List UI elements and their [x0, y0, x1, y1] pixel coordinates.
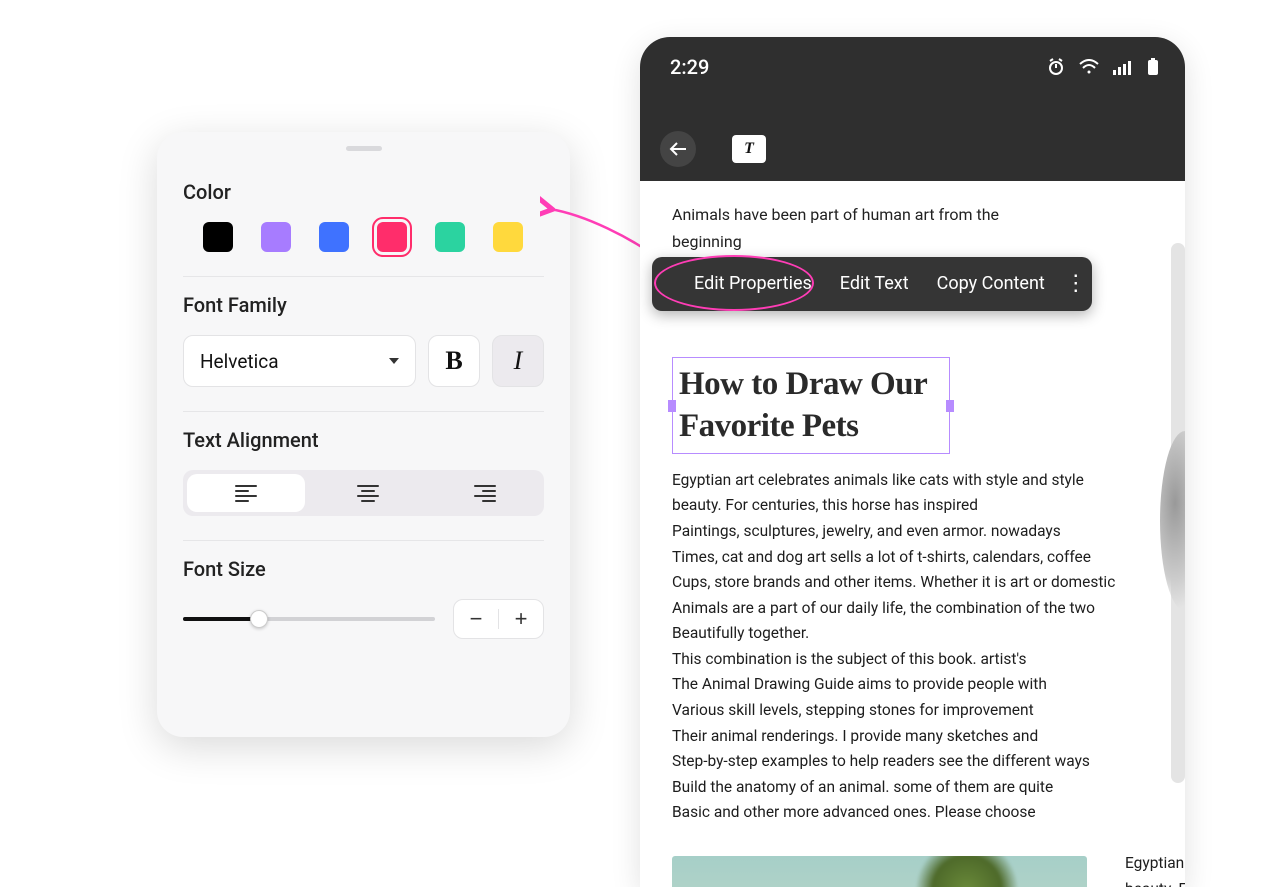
phone-header: 2:29 T [640, 37, 1185, 181]
article-image [672, 856, 1087, 887]
battery-icon [1147, 58, 1159, 76]
body-line: The Animal Drawing Guide aims to provide… [672, 672, 1157, 698]
font-size-slider[interactable] [183, 609, 435, 629]
body-line: Beautifully together. [672, 621, 1157, 647]
align-center-button[interactable] [309, 470, 427, 516]
more-options-button[interactable]: ⋮ [1059, 265, 1093, 302]
color-swatch[interactable] [261, 222, 291, 252]
back-button[interactable] [660, 131, 696, 167]
body-line: Build the anatomy of an animal. some of … [672, 775, 1157, 801]
heading-text: How to Draw Our Favorite Pets [679, 364, 939, 447]
align-left-button[interactable] [187, 474, 305, 512]
color-swatch-row [183, 222, 544, 252]
status-time: 2:29 [670, 55, 709, 79]
side-line: beauty. Fo [1125, 877, 1185, 887]
body-line: Times, cat and dog art sells a lot of t-… [672, 545, 1157, 571]
sketch-preview [1160, 431, 1185, 611]
alignment-label: Text Alignment [183, 428, 544, 452]
chevron-down-icon [389, 358, 399, 364]
body-line: This combination is the subject of this … [672, 647, 1157, 673]
signal-icon [1113, 59, 1133, 75]
intro-text: Animals have been part of human art from… [672, 201, 1072, 255]
side-line: Egyptian a [1125, 851, 1185, 877]
color-section: Color [183, 164, 544, 276]
bold-button[interactable]: B [428, 335, 480, 387]
slider-fill [183, 617, 259, 621]
arrow-left-icon [669, 142, 687, 156]
selected-heading-box[interactable]: How to Draw Our Favorite Pets [672, 357, 950, 454]
decrease-button[interactable]: − [454, 600, 498, 638]
body-line: Paintings, sculptures, jewelry, and even… [672, 519, 1157, 545]
align-right-button[interactable] [426, 470, 544, 516]
alignment-section: Text Alignment [183, 411, 544, 540]
increase-button[interactable]: + [499, 600, 543, 638]
color-swatch[interactable] [493, 222, 523, 252]
color-label: Color [183, 180, 544, 204]
body-line: Their animal renderings. I provide many … [672, 724, 1157, 750]
wifi-icon [1079, 59, 1099, 75]
phone-mockup: 2:29 T Animals have been part of human a… [640, 37, 1185, 887]
font-family-label: Font Family [183, 293, 544, 317]
context-menu: Edit Properties Edit Text Copy Content ⋮ [652, 257, 1092, 311]
body-line: Basic and other more advanced ones. Plea… [672, 800, 1157, 826]
text-tool-button[interactable]: T [732, 135, 766, 163]
font-family-section: Font Family Helvetica B I [183, 276, 544, 411]
font-family-value: Helvetica [200, 350, 279, 373]
font-family-select[interactable]: Helvetica [183, 335, 416, 387]
color-swatch[interactable] [377, 222, 407, 252]
body-line: beauty. For centuries, this horse has in… [672, 493, 1157, 519]
body-line: Step-by-step examples to help readers se… [672, 749, 1157, 775]
body-line: Various skill levels, stepping stones fo… [672, 698, 1157, 724]
font-size-section: Font Size − + [183, 540, 544, 663]
edit-text-button[interactable]: Edit Text [826, 269, 923, 300]
panel-drag-handle[interactable] [346, 146, 382, 151]
italic-button[interactable]: I [492, 335, 544, 387]
selection-handle-right[interactable] [946, 400, 954, 412]
body-line: Cups, store brands and other items. Whet… [672, 570, 1157, 596]
selection-handle-left[interactable] [668, 400, 676, 412]
alarm-icon [1047, 58, 1065, 76]
properties-panel: Color Font Family Helvetica B I Text Ali… [157, 132, 570, 737]
slider-thumb[interactable] [250, 610, 268, 628]
align-right-icon [474, 485, 496, 502]
status-bar: 2:29 [640, 37, 1185, 79]
font-size-label: Font Size [183, 557, 544, 581]
next-page-text: Egyptian abeauty. Fo [1125, 851, 1185, 887]
align-left-icon [235, 485, 257, 502]
body-line: Egyptian art celebrates animals like cat… [672, 468, 1157, 494]
color-swatch[interactable] [319, 222, 349, 252]
document-body: Animals have been part of human art from… [640, 181, 1185, 887]
font-size-stepper: − + [453, 599, 544, 639]
edit-properties-button[interactable]: Edit Properties [680, 269, 826, 300]
alignment-segmented-control [183, 470, 544, 516]
body-text: Egyptian art celebrates animals like cat… [672, 468, 1157, 826]
body-line: Animals are a part of our daily life, th… [672, 596, 1157, 622]
align-center-icon [357, 485, 379, 502]
copy-content-button[interactable]: Copy Content [923, 269, 1059, 300]
color-swatch[interactable] [435, 222, 465, 252]
color-swatch[interactable] [203, 222, 233, 252]
